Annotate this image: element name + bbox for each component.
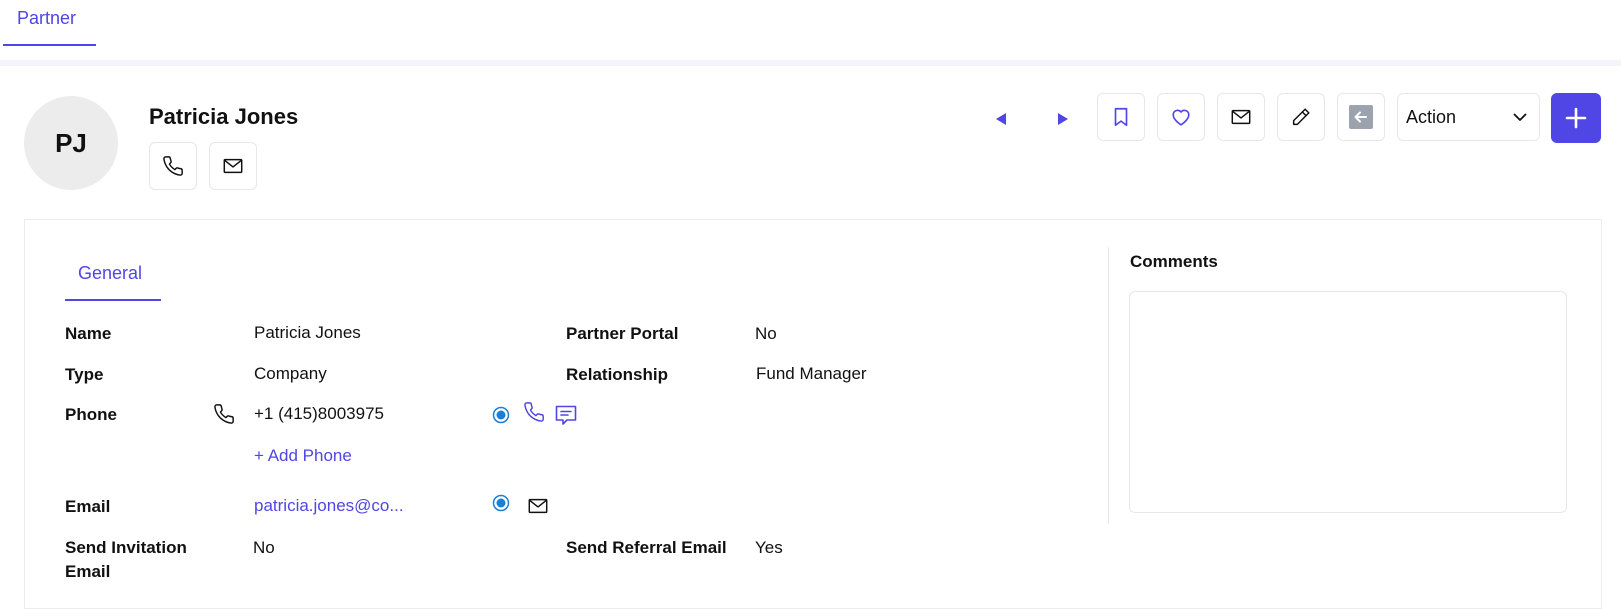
avatar: PJ <box>24 96 118 190</box>
arrow-left-icon <box>1348 104 1374 130</box>
action-select-value: Action <box>1406 106 1457 127</box>
envelope-icon[interactable] <box>526 495 550 517</box>
email-button[interactable] <box>209 142 257 190</box>
partner-portal-label: Partner Portal <box>566 324 679 343</box>
name-label: Name <box>65 324 112 343</box>
pencil-icon <box>1290 106 1312 128</box>
triangle-left-icon <box>993 111 1009 127</box>
phone-label: Phone <box>65 405 117 424</box>
phone-icon <box>162 155 184 177</box>
radio-selected-icon[interactable] <box>492 406 510 424</box>
tab-partner[interactable]: Partner <box>17 8 76 29</box>
bookmark-icon <box>1110 106 1132 128</box>
type-label: Type <box>65 365 104 384</box>
send-referral-label: Send Referral Email <box>566 538 727 557</box>
action-select[interactable]: Action <box>1397 93 1540 141</box>
section-divider <box>1108 247 1109 524</box>
comments-label: Comments <box>1130 252 1218 271</box>
type-value: Company <box>254 364 327 383</box>
envelope-icon <box>1229 106 1253 128</box>
send-invitation-label: Send Invitation Email <box>65 538 187 582</box>
plus-icon <box>1564 106 1588 130</box>
send-email-button[interactable] <box>1217 93 1265 141</box>
previous-record-button[interactable] <box>984 102 1018 136</box>
bookmark-button[interactable] <box>1097 93 1145 141</box>
active-tab-indicator <box>3 44 96 46</box>
envelope-icon <box>222 155 244 177</box>
avatar-initials: PJ <box>55 127 87 158</box>
call-phone-icon[interactable] <box>523 401 545 423</box>
header-separator <box>0 60 1621 66</box>
radio-selected-icon[interactable] <box>492 494 510 512</box>
name-value: Patricia Jones <box>254 323 361 342</box>
next-record-button[interactable] <box>1046 102 1080 136</box>
send-invitation-value: No <box>253 538 275 557</box>
contact-name: Patricia Jones <box>149 104 299 129</box>
call-button[interactable] <box>149 142 197 190</box>
heart-icon <box>1169 106 1193 128</box>
comments-field[interactable] <box>1129 291 1567 513</box>
general-tab-indicator <box>65 299 161 301</box>
phone-icon <box>213 403 235 425</box>
add-phone-link[interactable]: + Add Phone <box>254 446 352 466</box>
tab-general[interactable]: General <box>78 263 142 284</box>
edit-button[interactable] <box>1277 93 1325 141</box>
email-label: Email <box>65 497 111 516</box>
chevron-down-icon <box>1511 108 1529 126</box>
email-value-link[interactable]: patricia.jones@co... <box>254 496 404 516</box>
chat-icon[interactable] <box>554 403 578 427</box>
partner-portal-value: No <box>755 324 777 343</box>
relationship-label: Relationship <box>566 365 669 384</box>
relationship-value: Fund Manager <box>756 364 867 383</box>
send-invitation-label-line2: Email <box>65 562 111 581</box>
send-invitation-label-line1: Send Invitation <box>65 538 187 557</box>
triangle-right-icon <box>1055 111 1071 127</box>
back-button[interactable] <box>1337 93 1385 141</box>
send-referral-value: Yes <box>755 538 783 557</box>
add-button[interactable] <box>1551 93 1601 143</box>
phone-value: +1 (415)8003975 <box>254 404 384 423</box>
favorite-button[interactable] <box>1157 93 1205 141</box>
